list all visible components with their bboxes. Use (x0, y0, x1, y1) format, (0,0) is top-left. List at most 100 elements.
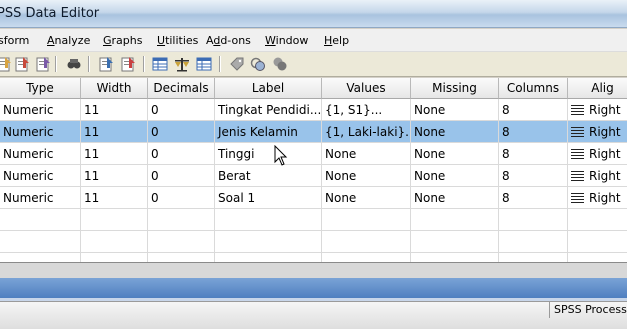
cell-decimals[interactable]: 0 (148, 121, 215, 143)
column-header-decimals[interactable]: Decimals (148, 78, 215, 99)
cell-width[interactable]: 11 (81, 121, 148, 143)
cell-type[interactable]: Numeric (0, 187, 81, 209)
cell-type[interactable] (0, 253, 81, 262)
cell-values[interactable]: {1, S1}... (322, 99, 411, 121)
cell-align[interactable]: Right (568, 143, 627, 165)
menu-item-sform[interactable]: sform (0, 34, 29, 47)
cell-values[interactable] (322, 231, 411, 253)
column-header-type[interactable]: Type (0, 78, 81, 99)
cell-label[interactable]: Jenis Kelamin (215, 121, 322, 143)
cell-values[interactable] (322, 209, 411, 231)
menu-item-help[interactable]: Help (324, 34, 349, 47)
column-header-align[interactable]: Alig (568, 78, 627, 99)
cell-missing[interactable] (411, 209, 499, 231)
cell-type[interactable] (0, 209, 81, 231)
cell-type[interactable]: Numeric (0, 99, 81, 121)
cell-decimals[interactable]: 0 (148, 165, 215, 187)
cell-decimals[interactable] (148, 253, 215, 262)
value-labels-icon[interactable] (229, 56, 245, 72)
column-header-missing[interactable]: Missing (411, 78, 499, 99)
cell-values[interactable]: None (322, 143, 411, 165)
cell-type[interactable] (0, 231, 81, 253)
cell-align[interactable]: Right (568, 121, 627, 143)
column-header-columns[interactable]: Columns (499, 78, 568, 99)
cell-width[interactable]: 11 (81, 99, 148, 121)
cell-label[interactable] (215, 209, 322, 231)
column-header-values[interactable]: Values (322, 78, 411, 99)
menu-item-addons[interactable]: Add-ons (206, 34, 251, 47)
cell-columns[interactable] (499, 209, 568, 231)
recall-dialog-icon[interactable] (14, 56, 30, 72)
menu-item-analyze[interactable]: Analyze (47, 34, 90, 47)
cell-missing[interactable] (411, 231, 499, 253)
cell-label[interactable]: Tinggi (215, 143, 322, 165)
table-row[interactable]: Numeric 11 0 Jenis Kelamin {1, Laki-laki}...… (0, 121, 627, 143)
cell-type[interactable]: Numeric (0, 143, 81, 165)
cell-align[interactable]: Right (568, 165, 627, 187)
cell-width[interactable]: 11 (81, 165, 148, 187)
cell-decimals[interactable] (148, 231, 215, 253)
variable-info-icon[interactable] (35, 56, 51, 72)
empty-row[interactable] (0, 209, 627, 231)
go-to-case-icon[interactable] (98, 56, 114, 72)
cell-align[interactable]: Right (568, 99, 627, 121)
cell-width[interactable]: 11 (81, 187, 148, 209)
menu-item-graphs[interactable]: Graphs (103, 34, 142, 47)
table-row[interactable]: Numeric 11 0 Soal 1 None None 8 Right (0, 187, 627, 209)
cell-type[interactable]: Numeric (0, 165, 81, 187)
cell-missing[interactable]: None (411, 121, 499, 143)
cell-values[interactable]: None (322, 165, 411, 187)
cell-columns[interactable]: 8 (499, 143, 568, 165)
table-row[interactable]: Numeric 11 0 Berat None None 8 Right (0, 165, 627, 187)
cell-decimals[interactable]: 0 (148, 187, 215, 209)
cell-columns[interactable]: 8 (499, 121, 568, 143)
cell-columns[interactable] (499, 253, 568, 262)
cell-align[interactable] (568, 209, 627, 231)
column-header-width[interactable]: Width (81, 78, 148, 99)
column-header-label[interactable]: Label (215, 78, 322, 99)
cell-values[interactable] (322, 253, 411, 262)
cell-missing[interactable]: None (411, 143, 499, 165)
cell-values[interactable]: None (322, 187, 411, 209)
cell-label[interactable] (215, 231, 322, 253)
weight-cases-icon[interactable] (174, 56, 190, 72)
cell-decimals[interactable] (148, 209, 215, 231)
cell-missing[interactable]: None (411, 99, 499, 121)
cell-width[interactable] (81, 231, 148, 253)
cell-width[interactable]: 11 (81, 143, 148, 165)
table-row[interactable]: Numeric 11 0 Tinggi None None 8 Right (0, 143, 627, 165)
cell-columns[interactable] (499, 231, 568, 253)
split-file-icon[interactable] (152, 56, 168, 72)
cell-missing[interactable] (411, 253, 499, 262)
cell-missing[interactable]: None (411, 165, 499, 187)
cell-columns[interactable]: 8 (499, 165, 568, 187)
empty-row[interactable] (0, 253, 627, 262)
show-all-icon[interactable] (272, 56, 288, 72)
cell-align[interactable] (568, 253, 627, 262)
cell-label[interactable]: Berat (215, 165, 322, 187)
open-data-icon[interactable] (0, 56, 12, 72)
menu-item-utilities[interactable]: Utilities (157, 34, 198, 47)
cell-missing[interactable]: None (411, 187, 499, 209)
cell-decimals[interactable]: 0 (148, 99, 215, 121)
cell-columns[interactable]: 8 (499, 99, 568, 121)
cell-label[interactable]: Soal 1 (215, 187, 322, 209)
cell-align[interactable]: Right (568, 187, 627, 209)
cell-width[interactable] (81, 253, 148, 262)
cell-width[interactable] (81, 209, 148, 231)
cell-label[interactable] (215, 253, 322, 262)
empty-row[interactable] (0, 231, 627, 253)
cell-columns[interactable]: 8 (499, 187, 568, 209)
table-row[interactable]: Numeric 11 0 Tingkat Pendidi... {1, S1}... No… (0, 99, 627, 121)
cell-type[interactable]: Numeric (0, 121, 81, 143)
cell-decimals[interactable]: 0 (148, 143, 215, 165)
cell-values[interactable]: {1, Laki-laki}... (322, 121, 411, 143)
use-sets-icon[interactable] (250, 56, 266, 72)
insert-case-icon[interactable] (120, 56, 136, 72)
menu-item-window[interactable]: Window (265, 34, 308, 47)
find-icon[interactable] (66, 56, 82, 72)
cell-label[interactable]: Tingkat Pendidi... (215, 99, 322, 121)
select-cases-icon[interactable] (196, 56, 212, 72)
cell-align[interactable] (568, 231, 627, 253)
horizontal-scrollbar[interactable] (0, 262, 627, 278)
